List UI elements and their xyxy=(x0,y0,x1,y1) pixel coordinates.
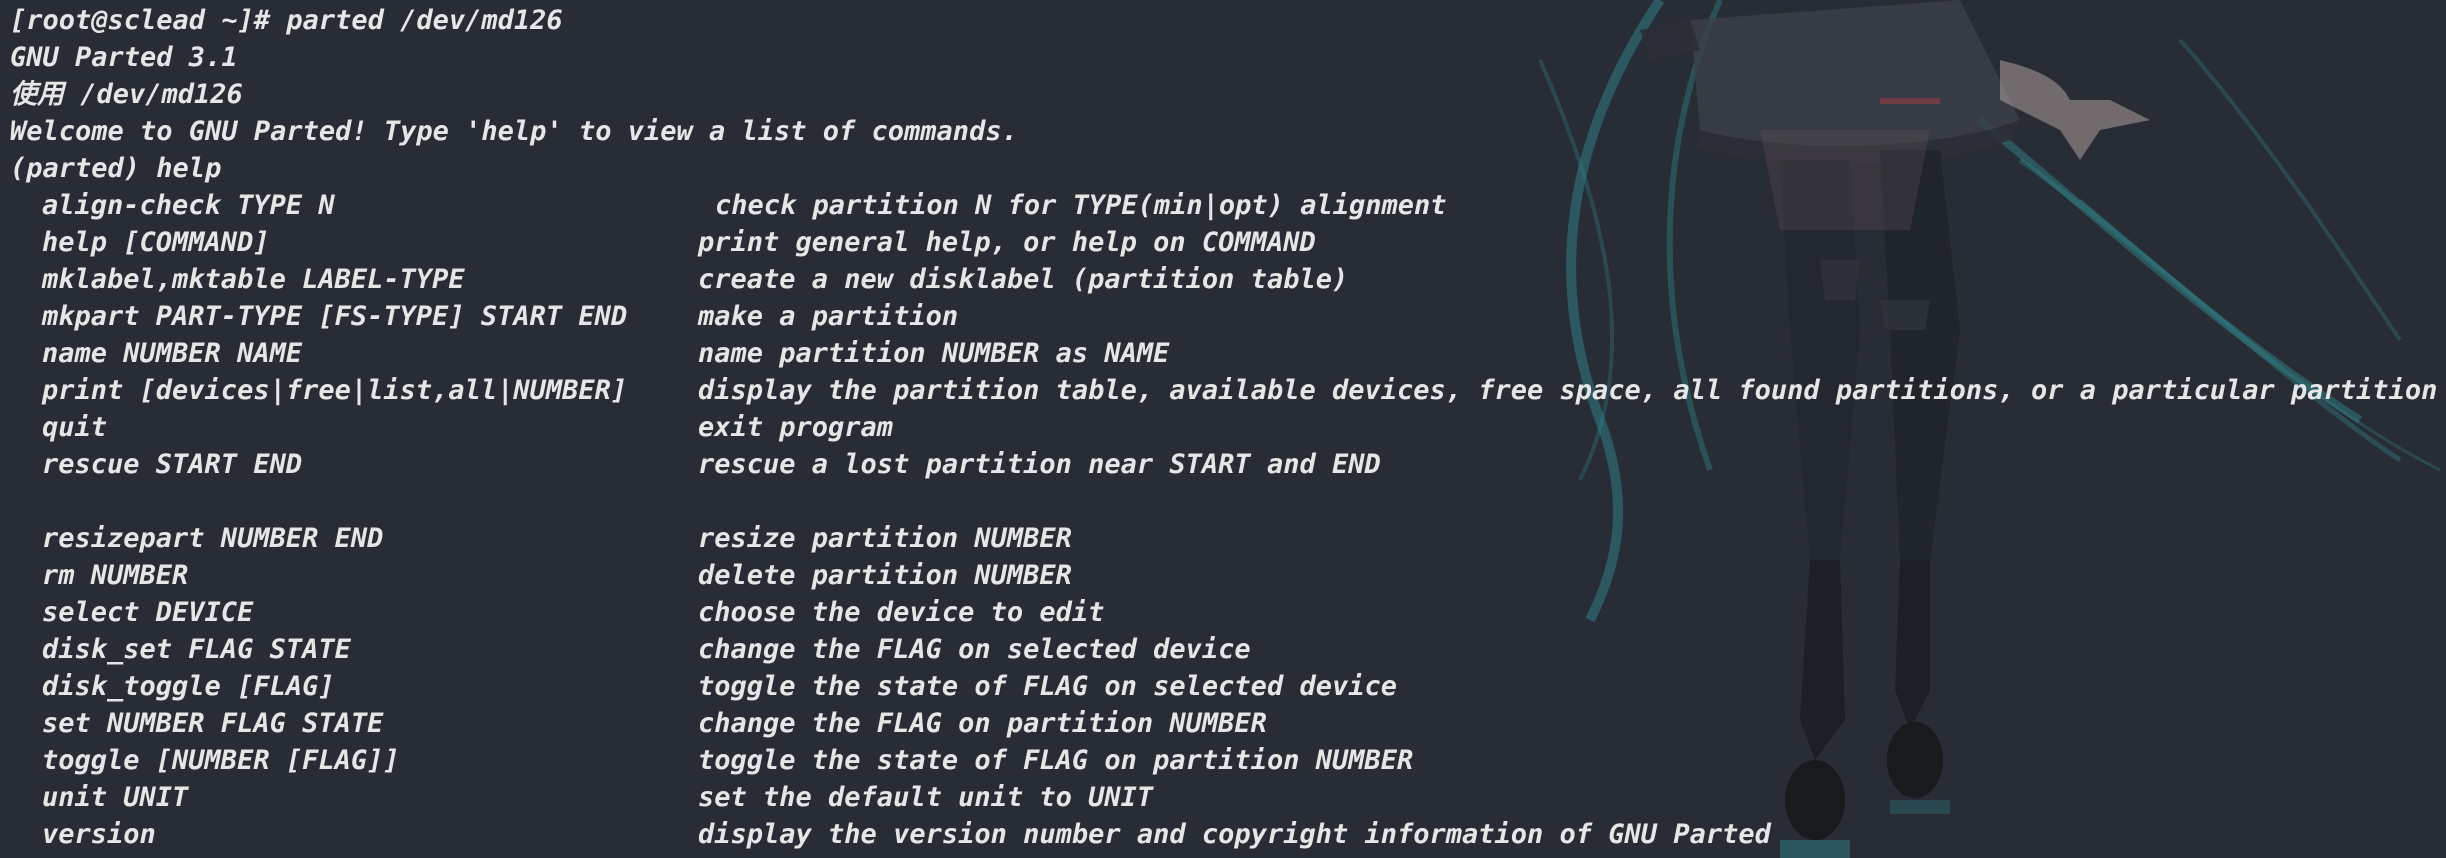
command-name: quit xyxy=(42,412,108,443)
help-row: disk_toggle [FLAG] toggle the state of F… xyxy=(10,668,2440,705)
command-description: display the version number and copyright… xyxy=(698,819,1771,850)
help-row: select DEVICE choose the device to edit xyxy=(10,594,2440,631)
command-name: resizepart NUMBER END xyxy=(42,523,384,554)
command-name: mklabel,mktable LABEL-TYPE xyxy=(42,264,465,295)
command-description: change the FLAG on partition NUMBER xyxy=(698,708,1267,739)
help-row: unit UNIT set the default unit to UNIT xyxy=(10,779,2440,816)
command-name: unit UNIT xyxy=(42,782,189,813)
command-name: toggle [NUMBER [FLAG]] xyxy=(42,745,400,776)
help-prompt-line: (parted) help xyxy=(10,153,222,184)
help-row: name NUMBER NAME name partition NUMBER a… xyxy=(10,335,2440,372)
help-row: align-check TYPE N check partition N for… xyxy=(10,187,2440,224)
terminal-window[interactable]: [root@sclead ~]# parted /dev/md126 GNU P… xyxy=(0,0,2446,858)
help-row: mklabel,mktable LABEL-TYPE create a new … xyxy=(10,261,2440,298)
help-row: rm NUMBER delete partition NUMBER xyxy=(10,557,2440,594)
command-description: print general help, or help on COMMAND xyxy=(698,227,1316,258)
command-description: create a new disklabel (partition table) xyxy=(698,264,1349,295)
help-row: quit exit program xyxy=(10,409,2440,446)
command-description: check partition N for TYPE(min|opt) alig… xyxy=(715,190,1447,221)
prompt-line: [root@sclead ~]# parted /dev/md126 xyxy=(10,5,563,36)
command-name: align-check TYPE N xyxy=(42,190,335,221)
command-description: choose the device to edit xyxy=(698,597,1105,628)
help-row: help [COMMAND] print general help, or he… xyxy=(10,224,2440,261)
command-description: make a partition xyxy=(698,301,959,332)
device-line: 使用 /dev/md126 xyxy=(10,79,243,110)
help-row: disk_set FLAG STATE change the FLAG on s… xyxy=(10,631,2440,668)
help-row: rescue START END rescue a lost partition… xyxy=(10,446,2440,483)
command-name: select DEVICE xyxy=(42,597,254,628)
command-name: name NUMBER NAME xyxy=(42,338,303,369)
command-name: set NUMBER FLAG STATE xyxy=(42,708,384,739)
command-name: rm NUMBER xyxy=(42,560,189,591)
command-description: resize partition NUMBER xyxy=(698,523,1072,554)
command-description: delete partition NUMBER xyxy=(698,560,1072,591)
help-row: version display the version number and c… xyxy=(10,816,2440,853)
help-row: print [devices|free|list,all|NUMBER] dis… xyxy=(10,372,2440,409)
command-description: set the default unit to UNIT xyxy=(698,782,1154,813)
command-description: change the FLAG on selected device xyxy=(698,634,1251,665)
command-name: help [COMMAND] xyxy=(42,227,270,258)
command-description: display the partition table, available d… xyxy=(698,375,2438,406)
command-description: rescue a lost partition near START and E… xyxy=(698,449,1381,480)
command-name: disk_set FLAG STATE xyxy=(42,634,351,665)
command-name: mkpart PART-TYPE [FS-TYPE] START END xyxy=(42,301,628,332)
command-name: version xyxy=(42,819,156,850)
command-description: name partition NUMBER as NAME xyxy=(698,338,1170,369)
help-row: resizepart NUMBER END resize partition N… xyxy=(10,520,2440,557)
command-description: exit program xyxy=(698,412,894,443)
help-row: toggle [NUMBER [FLAG]] toggle the state … xyxy=(10,742,2440,779)
command-description: toggle the state of FLAG on partition NU… xyxy=(698,745,1414,776)
command-name: disk_toggle [FLAG] xyxy=(42,671,335,702)
command-description: toggle the state of FLAG on selected dev… xyxy=(698,671,1397,702)
command-name: print [devices|free|list,all|NUMBER] xyxy=(42,375,628,406)
welcome-line: Welcome to GNU Parted! Type 'help' to vi… xyxy=(10,116,1018,147)
terminal-output: [root@sclead ~]# parted /dev/md126 GNU P… xyxy=(10,2,2440,853)
version-line: GNU Parted 3.1 xyxy=(10,42,238,73)
help-row: mkpart PART-TYPE [FS-TYPE] START END mak… xyxy=(10,298,2440,335)
command-name: rescue START END xyxy=(42,449,303,480)
help-row: set NUMBER FLAG STATE change the FLAG on… xyxy=(10,705,2440,742)
